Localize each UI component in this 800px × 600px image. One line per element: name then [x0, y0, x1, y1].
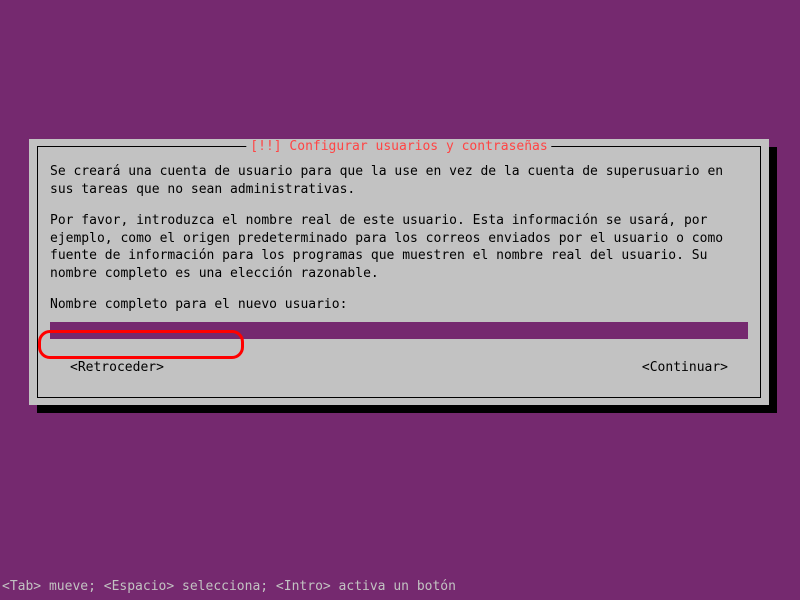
keyboard-hint: <Tab> mueve; <Espacio> selecciona; <Intr… — [0, 579, 456, 594]
continue-button[interactable]: <Continuar> — [642, 359, 728, 377]
intro-paragraph-2: Por favor, introduzca el nombre real de … — [50, 212, 748, 282]
back-button[interactable]: <Retroceder> — [70, 359, 164, 377]
button-row: <Retroceder> <Continuar> — [50, 359, 748, 377]
dialog-content: Se creará una cuenta de usuario para que… — [38, 147, 760, 384]
dialog-border: [!!] Configurar usuarios y contraseñas S… — [37, 146, 761, 398]
dialog-title: [!!] Configurar usuarios y contraseñas — [246, 139, 551, 154]
installer-dialog: [!!] Configurar usuarios y contraseñas S… — [29, 139, 769, 405]
fullname-prompt-label: Nombre completo para el nuevo usuario: — [50, 296, 748, 314]
intro-paragraph-1: Se creará una cuenta de usuario para que… — [50, 163, 748, 198]
fullname-input[interactable] — [50, 322, 748, 339]
